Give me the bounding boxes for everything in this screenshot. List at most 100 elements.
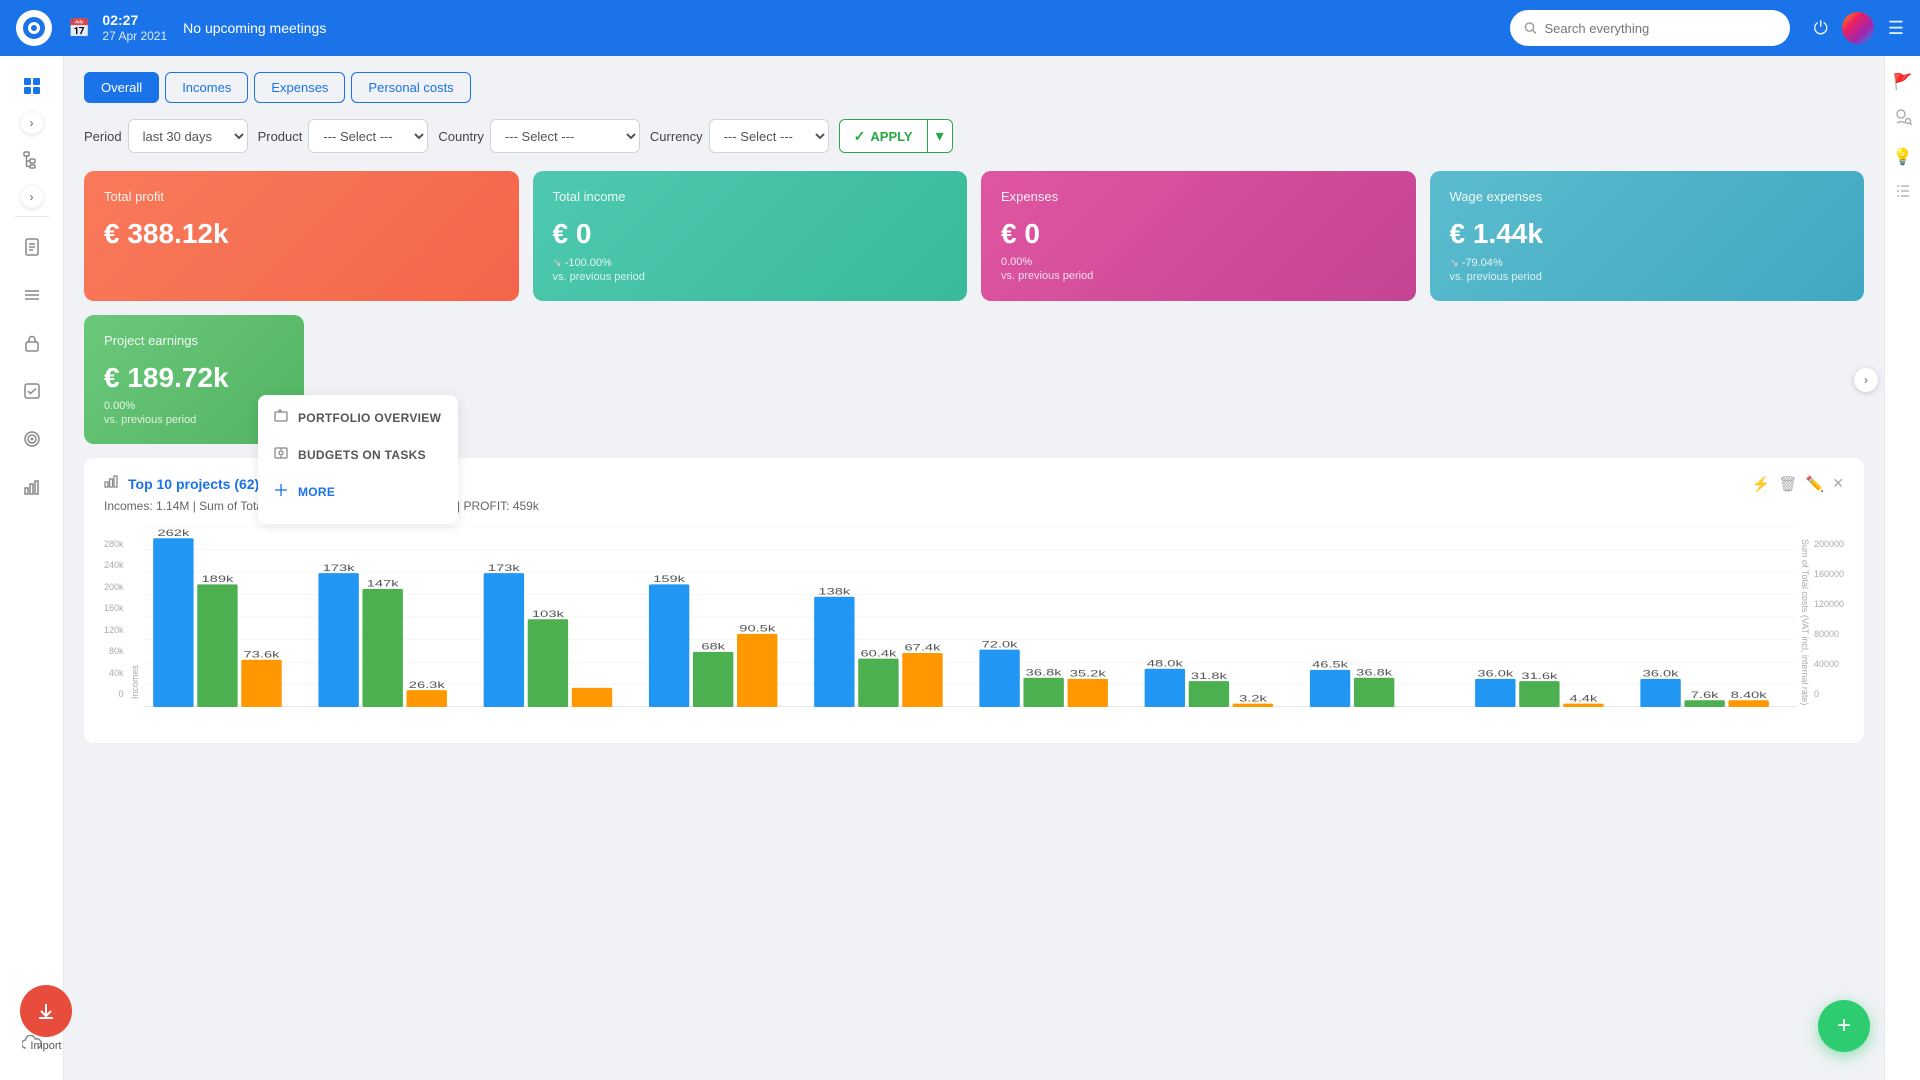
search-input[interactable] bbox=[1544, 21, 1775, 36]
tab-expenses[interactable]: Expenses bbox=[254, 72, 345, 103]
country-select[interactable]: --- Select --- bbox=[490, 119, 640, 153]
calendar-icon: 📅 bbox=[68, 18, 90, 39]
stats-row-1: Total profit € 388.12k Total income € 0 … bbox=[84, 171, 1864, 301]
dropdown-budgets[interactable]: BUDGETS ON TASKS bbox=[258, 436, 458, 473]
svg-text:138k: 138k bbox=[818, 586, 851, 596]
panel-right-arrow[interactable]: › bbox=[1854, 368, 1878, 392]
y-axis-left: 0 40k 80k 120k 160k 200k 240k 280k bbox=[104, 539, 124, 699]
import-label: Import bbox=[30, 1040, 61, 1052]
stat-card-wage: Wage expenses € 1.44k ↘ -79.04% vs. prev… bbox=[1430, 171, 1865, 301]
stat-expenses-change: 0.00% bbox=[1001, 256, 1396, 268]
search-bar[interactable] bbox=[1510, 10, 1790, 46]
svg-text:36.0k: 36.0k bbox=[1642, 668, 1679, 678]
dropdown-portfolio[interactable]: PORTFOLIO OVERVIEW bbox=[258, 399, 458, 436]
tab-incomes[interactable]: Incomes bbox=[165, 72, 248, 103]
sidebar-item-lock[interactable] bbox=[10, 321, 54, 365]
stat-earnings-title: Project earnings bbox=[104, 333, 284, 348]
stat-card-profit: Total profit € 388.12k bbox=[84, 171, 519, 301]
apply-main[interactable]: ✓ APPLY bbox=[840, 120, 927, 152]
chart-edit-btn[interactable]: ✏️ bbox=[1806, 475, 1825, 493]
svg-text:26.3k: 26.3k bbox=[408, 680, 445, 690]
import-button[interactable]: Import bbox=[20, 985, 72, 1052]
period-select[interactable]: last 30 days bbox=[128, 119, 248, 153]
svg-text:147k: 147k bbox=[366, 578, 399, 588]
tab-overall[interactable]: Overall bbox=[84, 72, 159, 103]
menu-icon[interactable]: ☰ bbox=[1888, 18, 1904, 39]
stat-earnings-value: € 189.72k bbox=[104, 362, 284, 394]
chart-filter-btn[interactable]: ⚡ bbox=[1752, 475, 1771, 493]
stat-wage-vs: vs. previous period bbox=[1450, 271, 1845, 283]
svg-text:173k: 173k bbox=[322, 563, 355, 573]
apply-button[interactable]: ✓ APPLY ▾ bbox=[839, 119, 953, 153]
svg-text:159k: 159k bbox=[653, 574, 686, 584]
stat-income-title: Total income bbox=[553, 189, 948, 204]
flag-icon[interactable]: 🚩 bbox=[1893, 72, 1913, 92]
avatar[interactable] bbox=[1842, 12, 1874, 44]
svg-text:31.6k: 31.6k bbox=[1521, 671, 1558, 681]
svg-text:36.8k: 36.8k bbox=[1356, 667, 1393, 677]
svg-text:68k: 68k bbox=[701, 641, 726, 651]
svg-text:72.0k: 72.0k bbox=[981, 639, 1018, 649]
country-filter: Country --- Select --- bbox=[438, 119, 640, 153]
right-sidebar: 🚩 💡 bbox=[1884, 56, 1920, 1080]
svg-text:3.2k: 3.2k bbox=[1239, 693, 1268, 703]
svg-text:7.6k: 7.6k bbox=[1690, 690, 1719, 700]
content-area: Overall Incomes Expenses Personal costs … bbox=[64, 56, 1884, 1080]
svg-text:189k: 189k bbox=[201, 574, 234, 584]
svg-text:67.4k: 67.4k bbox=[904, 643, 941, 653]
period-filter: Period last 30 days bbox=[84, 119, 248, 153]
currency-select[interactable]: --- Select --- bbox=[709, 119, 829, 153]
logo[interactable] bbox=[16, 10, 52, 46]
stat-earnings-change: 0.00% bbox=[104, 400, 284, 412]
stat-income-value: € 0 bbox=[553, 218, 948, 250]
sidebar-item-lines[interactable] bbox=[10, 273, 54, 317]
stat-earnings-vs: vs. previous period bbox=[104, 414, 284, 426]
chart-icon bbox=[104, 474, 118, 493]
stat-wage-title: Wage expenses bbox=[1450, 189, 1845, 204]
chart-delete-btn[interactable]: 🗑 bbox=[1779, 475, 1798, 493]
power-icon[interactable]: ⏻ bbox=[1814, 18, 1828, 39]
stat-expenses-value: € 0 bbox=[1001, 218, 1396, 250]
svg-text:73.6k: 73.6k bbox=[243, 649, 280, 659]
svg-text:36.0k: 36.0k bbox=[1477, 668, 1514, 678]
dropdown-panel: PORTFOLIO OVERVIEW BUDGETS ON TASKS MORE bbox=[258, 395, 458, 524]
user-search-icon[interactable] bbox=[1894, 108, 1912, 131]
left-sidebar: › › bbox=[0, 56, 64, 1080]
sidebar-expand-btn[interactable]: › bbox=[21, 112, 43, 134]
budget-icon bbox=[274, 446, 288, 463]
stat-expenses-vs: vs. previous period bbox=[1001, 270, 1396, 282]
sidebar-item-check[interactable] bbox=[10, 369, 54, 413]
dropdown-more[interactable]: MORE bbox=[258, 473, 458, 510]
svg-text:262k: 262k bbox=[157, 528, 190, 538]
sidebar-expand-btn2[interactable]: › bbox=[21, 186, 43, 208]
apply-caret[interactable]: ▾ bbox=[927, 120, 952, 152]
y-axis-right: 0 40000 80000 120000 160000 200000 bbox=[1814, 539, 1844, 699]
fab-button[interactable]: + bbox=[1818, 1000, 1870, 1052]
svg-text:4.4k: 4.4k bbox=[1569, 693, 1598, 703]
chart-title: Top 10 projects (62) bbox=[128, 476, 259, 492]
header-time-info: 02:27 27 Apr 2021 bbox=[102, 11, 167, 45]
bulb-icon[interactable]: 💡 bbox=[1893, 147, 1913, 167]
chart-bars-svg: 262k 189k 73.6k Budget 3 173k 147k 26.3k… bbox=[144, 527, 1796, 707]
stat-card-income: Total income € 0 ↘ -100.00% vs. previous… bbox=[533, 171, 968, 301]
tab-personal[interactable]: Personal costs bbox=[351, 72, 470, 103]
chart-close-btn[interactable]: ✕ bbox=[1832, 475, 1844, 492]
svg-text:90.5k: 90.5k bbox=[739, 623, 776, 633]
stat-card-expenses: Expenses € 0 0.00% vs. previous period bbox=[981, 171, 1416, 301]
sidebar-item-chart[interactable] bbox=[10, 465, 54, 509]
sidebar-item-hierarchy[interactable] bbox=[10, 138, 54, 182]
import-circle[interactable] bbox=[20, 985, 72, 1037]
svg-text:8.40k: 8.40k bbox=[1730, 690, 1767, 700]
tabs-bar: Overall Incomes Expenses Personal costs bbox=[84, 72, 1864, 103]
sidebar-item-target[interactable] bbox=[10, 417, 54, 461]
product-filter: Product --- Select --- bbox=[258, 119, 429, 153]
sidebar-item-doc[interactable] bbox=[10, 225, 54, 269]
product-select[interactable]: --- Select --- bbox=[308, 119, 428, 153]
stat-profit-title: Total profit bbox=[104, 189, 499, 204]
header-icons: ⏻ ☰ bbox=[1814, 12, 1904, 44]
list-check-icon[interactable] bbox=[1895, 183, 1911, 204]
meeting-status: No upcoming meetings bbox=[183, 20, 326, 36]
sidebar-item-grid[interactable] bbox=[10, 64, 54, 108]
currency-filter: Currency --- Select --- bbox=[650, 119, 829, 153]
current-time: 02:27 bbox=[102, 11, 167, 29]
